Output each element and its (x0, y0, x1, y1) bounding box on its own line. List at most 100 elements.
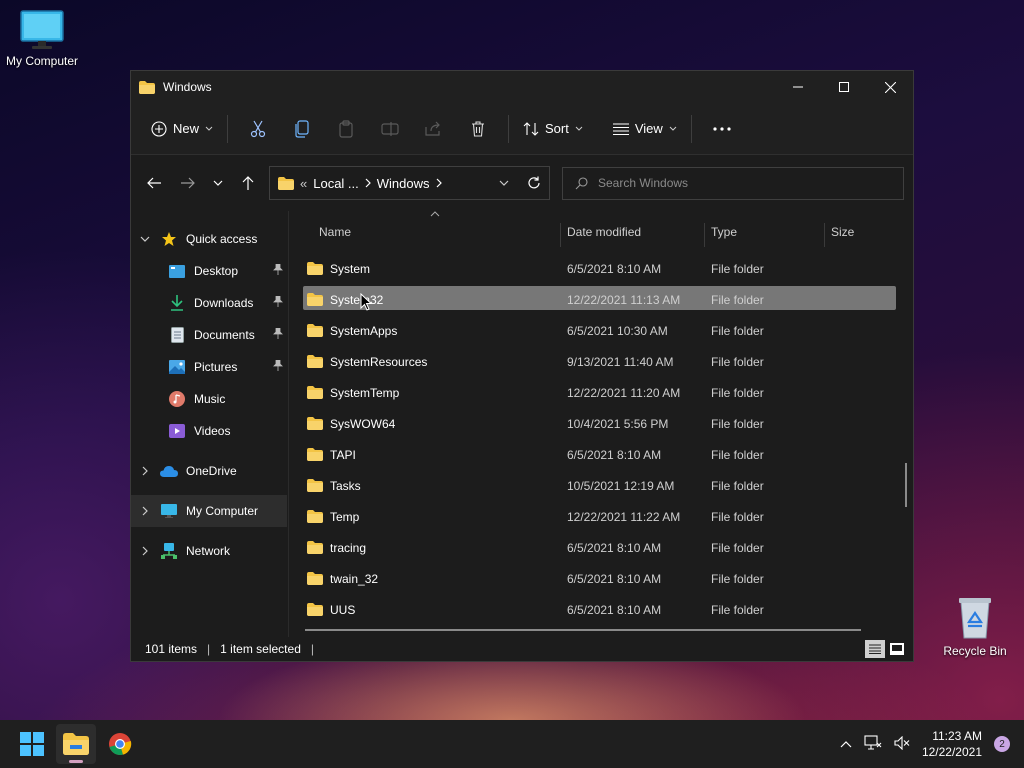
chrome-icon (109, 733, 132, 755)
clock[interactable]: 11:23 AM 12/22/2021 (922, 728, 982, 760)
new-button[interactable]: New (145, 113, 219, 145)
sidebar-item-onedrive[interactable]: OneDrive (131, 455, 287, 487)
table-row[interactable]: SysWOW64 10/4/2021 5:56 PM File folder (287, 408, 913, 439)
breadcrumb-windows[interactable]: Windows (377, 176, 430, 191)
column-size[interactable]: Size (825, 211, 854, 253)
paste-button[interactable] (330, 113, 362, 145)
date-modified: 12/22/2021 11:22 AM (567, 509, 681, 524)
copy-button[interactable] (286, 113, 318, 145)
file-type: File folder (711, 509, 764, 524)
window-title-area: Windows (139, 80, 212, 94)
share-button[interactable] (418, 113, 450, 145)
network-status-button[interactable] (864, 734, 882, 754)
maximize-button[interactable] (821, 71, 867, 103)
sidebar-item-documents[interactable]: Documents (131, 319, 287, 351)
forward-button[interactable] (173, 168, 203, 198)
chevron-right-icon[interactable] (142, 466, 148, 476)
sidebar-item-music[interactable]: Music (131, 383, 287, 415)
rename-icon (381, 121, 399, 136)
sidebar-item-desktop[interactable]: Desktop (131, 255, 287, 287)
rename-button[interactable] (374, 113, 406, 145)
chevron-up-icon (840, 741, 852, 748)
table-row[interactable]: Temp 12/22/2021 11:22 AM File folder (287, 501, 913, 532)
sidebar-item-my-computer[interactable]: My Computer (131, 495, 287, 527)
file-name: System32 (330, 292, 384, 307)
date-modified: 6/5/2021 8:10 AM (567, 261, 662, 276)
file-name-cell[interactable]: UUS (307, 603, 355, 617)
vertical-scrollbar[interactable] (905, 463, 907, 507)
chevron-right-icon[interactable] (142, 506, 148, 516)
file-name-cell[interactable]: Temp (307, 510, 359, 524)
address-overflow[interactable]: « (300, 176, 307, 191)
file-name-cell[interactable]: Tasks (307, 479, 361, 493)
chevron-down-icon[interactable] (140, 236, 150, 242)
mouse-cursor-icon (360, 293, 372, 311)
address-history-button[interactable] (489, 168, 519, 198)
up-button[interactable] (233, 168, 263, 198)
sidebar-item-quick-access[interactable]: Quick access (131, 223, 287, 255)
taskbar-file-explorer[interactable] (56, 724, 96, 764)
toolbar-divider (508, 114, 510, 143)
clock-time: 11:23 AM (932, 729, 982, 743)
notification-badge[interactable]: 2 (994, 736, 1010, 752)
minimize-button[interactable] (775, 71, 821, 103)
file-name-cell[interactable]: SystemApps (307, 324, 397, 338)
table-row[interactable]: SystemApps 6/5/2021 10:30 AM File folder (287, 315, 913, 346)
volume-button[interactable] (894, 735, 910, 753)
column-name[interactable]: Name (313, 211, 351, 253)
sidebar-item-downloads[interactable]: Downloads (131, 287, 287, 319)
start-button[interactable] (12, 724, 52, 764)
folder-icon (307, 479, 323, 492)
file-name-cell[interactable]: SystemResources (307, 355, 427, 369)
file-name-cell[interactable]: TAPI (307, 448, 356, 462)
search-box[interactable]: Search Windows (562, 166, 904, 200)
table-row[interactable]: UUS 6/5/2021 8:10 AM File folder (287, 594, 913, 625)
sidebar-item-network[interactable]: Network (131, 535, 287, 567)
desktop-my-computer[interactable]: My Computer (0, 10, 84, 68)
table-row[interactable]: SystemResources 9/13/2021 11:40 AM File fo… (287, 346, 913, 377)
horizontal-scrollbar[interactable] (305, 629, 861, 631)
table-row[interactable]: System 6/5/2021 8:10 AM File folder (287, 253, 913, 284)
table-row[interactable]: TAPI 6/5/2021 8:10 AM File folder (287, 439, 913, 470)
more-options-button[interactable] (706, 113, 738, 145)
recent-locations-button[interactable] (203, 168, 233, 198)
taskbar-chrome[interactable] (100, 724, 140, 764)
refresh-button[interactable] (519, 168, 549, 198)
file-name-cell[interactable]: tracing (307, 541, 366, 555)
show-hidden-icons-button[interactable] (840, 737, 852, 751)
title-bar[interactable]: Windows (131, 71, 913, 103)
table-row[interactable]: System32 12/22/2021 11:13 AM File folder (287, 284, 913, 315)
details-view-button[interactable] (865, 640, 885, 658)
type-cell: File folder (711, 448, 764, 462)
file-name-cell[interactable]: twain_32 (307, 572, 378, 586)
table-row[interactable]: Tasks 10/5/2021 12:19 AM File folder (287, 470, 913, 501)
breadcrumb-local[interactable]: Local ... (313, 176, 359, 191)
address-bar[interactable]: « Local ... Windows (269, 166, 550, 200)
close-button[interactable] (867, 71, 913, 103)
delete-button[interactable] (462, 113, 494, 145)
desktop-recycle-bin[interactable]: Recycle Bin (933, 596, 1017, 658)
sidebar-item-videos[interactable]: Videos (131, 415, 287, 447)
file-name: TAPI (330, 447, 356, 462)
cut-button[interactable] (242, 113, 274, 145)
date-modified: 6/5/2021 8:10 AM (567, 540, 662, 555)
table-row[interactable]: twain_32 6/5/2021 8:10 AM File folder (287, 563, 913, 594)
column-type[interactable]: Type (705, 211, 737, 253)
sort-button[interactable]: Sort (517, 113, 589, 145)
file-name-cell[interactable]: SystemTemp (307, 386, 399, 400)
date-modified-cell: 12/22/2021 11:13 AM (567, 293, 680, 307)
recycle-bin-label: Recycle Bin (943, 644, 1007, 658)
date-modified: 10/4/2021 5:56 PM (567, 416, 669, 431)
table-row[interactable]: tracing 6/5/2021 8:10 AM File folder (287, 532, 913, 563)
view-button[interactable]: View (607, 113, 683, 145)
file-name-cell[interactable]: System (307, 262, 370, 276)
table-row[interactable]: SystemTemp 12/22/2021 11:20 AM File folder (287, 377, 913, 408)
tiles-view-button[interactable] (887, 640, 907, 658)
back-button[interactable] (139, 168, 169, 198)
chevron-right-icon[interactable] (142, 546, 148, 556)
clock-date: 12/22/2021 (921, 745, 982, 759)
sidebar-item-pictures[interactable]: Pictures (131, 351, 287, 383)
file-name-cell[interactable]: SysWOW64 (307, 417, 395, 431)
column-date[interactable]: Date modified (561, 211, 641, 253)
folder-icon (139, 80, 155, 94)
